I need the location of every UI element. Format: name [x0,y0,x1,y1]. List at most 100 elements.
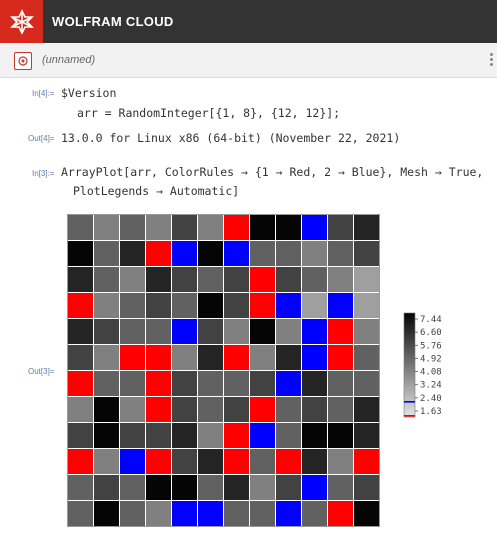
array-cell [353,266,380,293]
wolfram-logo-icon[interactable] [0,0,43,43]
array-cell [197,396,224,423]
array-cell [327,344,354,371]
array-cell [353,422,380,449]
array-cell [327,240,354,267]
array-plot[interactable] [67,214,380,527]
array-cell [67,370,94,397]
array-cell [145,266,172,293]
array-cell [145,448,172,475]
array-cell [327,474,354,501]
array-cell [197,344,224,371]
array-cell [119,474,146,501]
array-cell [119,266,146,293]
array-cell [197,292,224,319]
array-cell [145,214,172,241]
cell-in4-line2[interactable]: arr = RandomInteger[{1, 8}, {12, 12}]; [77,106,340,120]
array-cell [223,500,250,527]
array-cell [93,318,120,345]
array-cell [93,448,120,475]
cell-out4-text: 13.0.0 for Linux x86 (64-bit) (November … [61,131,401,145]
more-options-icon[interactable] [490,53,497,67]
array-cell [67,318,94,345]
array-cell [171,214,198,241]
array-cell [197,474,224,501]
array-cell [119,370,146,397]
array-cell [145,240,172,267]
array-cell [93,370,120,397]
legend-tick-label: 3.24 [420,381,442,391]
array-cell [301,214,328,241]
array-cell [275,370,302,397]
array-cell [223,474,250,501]
array-cell [249,292,276,319]
cell-in3-line1[interactable]: ArrayPlot[arr, ColorRules → {1 → Red, 2 … [61,165,483,179]
array-cell [249,266,276,293]
array-cell [301,370,328,397]
array-cell [67,292,94,319]
array-cell [67,396,94,423]
cell-in4-label: In[4]:= [32,89,55,98]
array-cell [93,422,120,449]
array-cell [67,422,94,449]
array-cell [223,214,250,241]
array-cell [93,266,120,293]
cell-in3-label: In[3]:= [32,169,55,178]
top-bar: WOLFRAM CLOUD [0,0,497,43]
array-cell [93,396,120,423]
array-cell [275,344,302,371]
array-cell [171,474,198,501]
array-cell [353,448,380,475]
document-bar: (unnamed) [0,43,497,78]
array-cell [197,214,224,241]
array-cell [275,318,302,345]
array-cell [327,370,354,397]
array-cell [353,214,380,241]
array-cell [119,448,146,475]
array-cell [353,474,380,501]
array-cell [67,344,94,371]
array-cell [301,318,328,345]
array-cell [353,344,380,371]
array-cell [119,214,146,241]
array-cell [249,396,276,423]
array-cell [301,474,328,501]
array-cell [67,240,94,267]
array-cell [145,422,172,449]
array-cell [171,292,198,319]
document-name[interactable]: (unnamed) [42,54,95,66]
array-cell [171,370,198,397]
array-cell [145,318,172,345]
array-cell [301,266,328,293]
array-cell [223,396,250,423]
array-cell [353,318,380,345]
cell-out4-label: Out[4]= [28,134,55,143]
array-cell [119,422,146,449]
array-cell [223,292,250,319]
array-cell [353,370,380,397]
array-cell [275,292,302,319]
array-cell [67,448,94,475]
array-cell [249,240,276,267]
notebook-icon[interactable] [14,52,32,70]
array-cell [93,240,120,267]
array-cell [197,422,224,449]
array-cell [301,240,328,267]
array-cell [171,318,198,345]
array-cell [327,318,354,345]
array-cell [301,422,328,449]
array-cell [301,344,328,371]
array-cell [249,344,276,371]
array-cell [93,474,120,501]
array-cell [171,344,198,371]
legend-tick-label: 1.63 [420,407,442,417]
cell-in4-line1[interactable]: $Version [61,86,116,100]
array-cell [249,318,276,345]
array-cell [67,266,94,293]
array-cell [275,448,302,475]
cell-in3-line2[interactable]: PlotLegends → Automatic] [73,184,239,198]
array-cell [249,422,276,449]
array-cell [171,448,198,475]
array-cell [275,474,302,501]
array-cell [119,500,146,527]
array-cell [223,266,250,293]
